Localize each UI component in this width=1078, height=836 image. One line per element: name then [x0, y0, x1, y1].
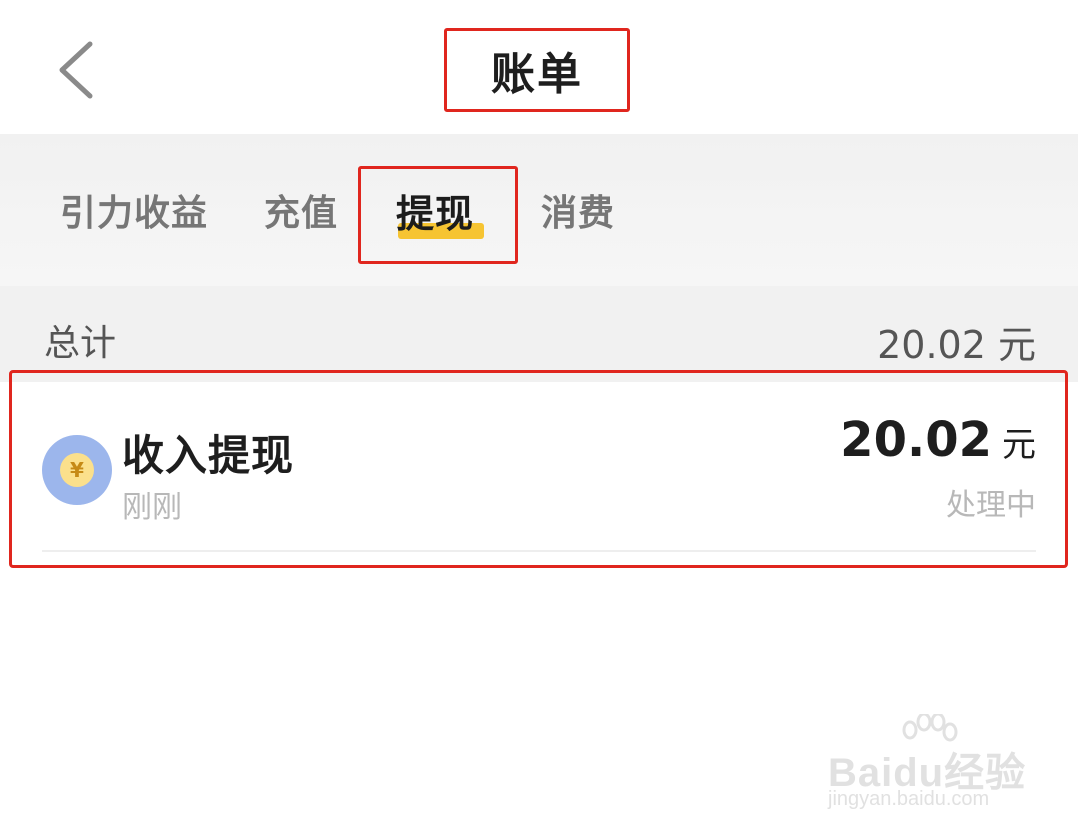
- chevron-left-icon: [44, 34, 114, 104]
- record-highlight: [9, 370, 1068, 568]
- tab-consumption[interactable]: 消费: [541, 184, 615, 244]
- active-tab-highlight: [358, 166, 518, 264]
- page-title: 账单: [491, 49, 583, 100]
- watermark-url: jingyan.baidu.com: [828, 788, 990, 810]
- page-title-highlight: 账单: [444, 28, 630, 112]
- total-summary-row: 总计 20.02 元: [0, 286, 1078, 382]
- tab-recharge[interactable]: 充值: [264, 184, 338, 244]
- bill-page: 账单 引力收益 充值 提现 消费 总计 20.02 元 ¥ 收入提现 刚刚 20…: [0, 0, 1078, 836]
- tab-gravity-earnings[interactable]: 引力收益: [60, 184, 208, 244]
- top-nav-bar: 账单: [0, 0, 1078, 134]
- total-label: 总计: [44, 323, 117, 364]
- total-amount: 20.02 元: [877, 323, 1036, 367]
- back-button[interactable]: [44, 34, 114, 104]
- baidu-watermark: Baidu经验 jingyan.baidu.com: [828, 712, 1028, 820]
- bill-type-tabs: 引力收益 充值 提现 消费: [0, 134, 1078, 286]
